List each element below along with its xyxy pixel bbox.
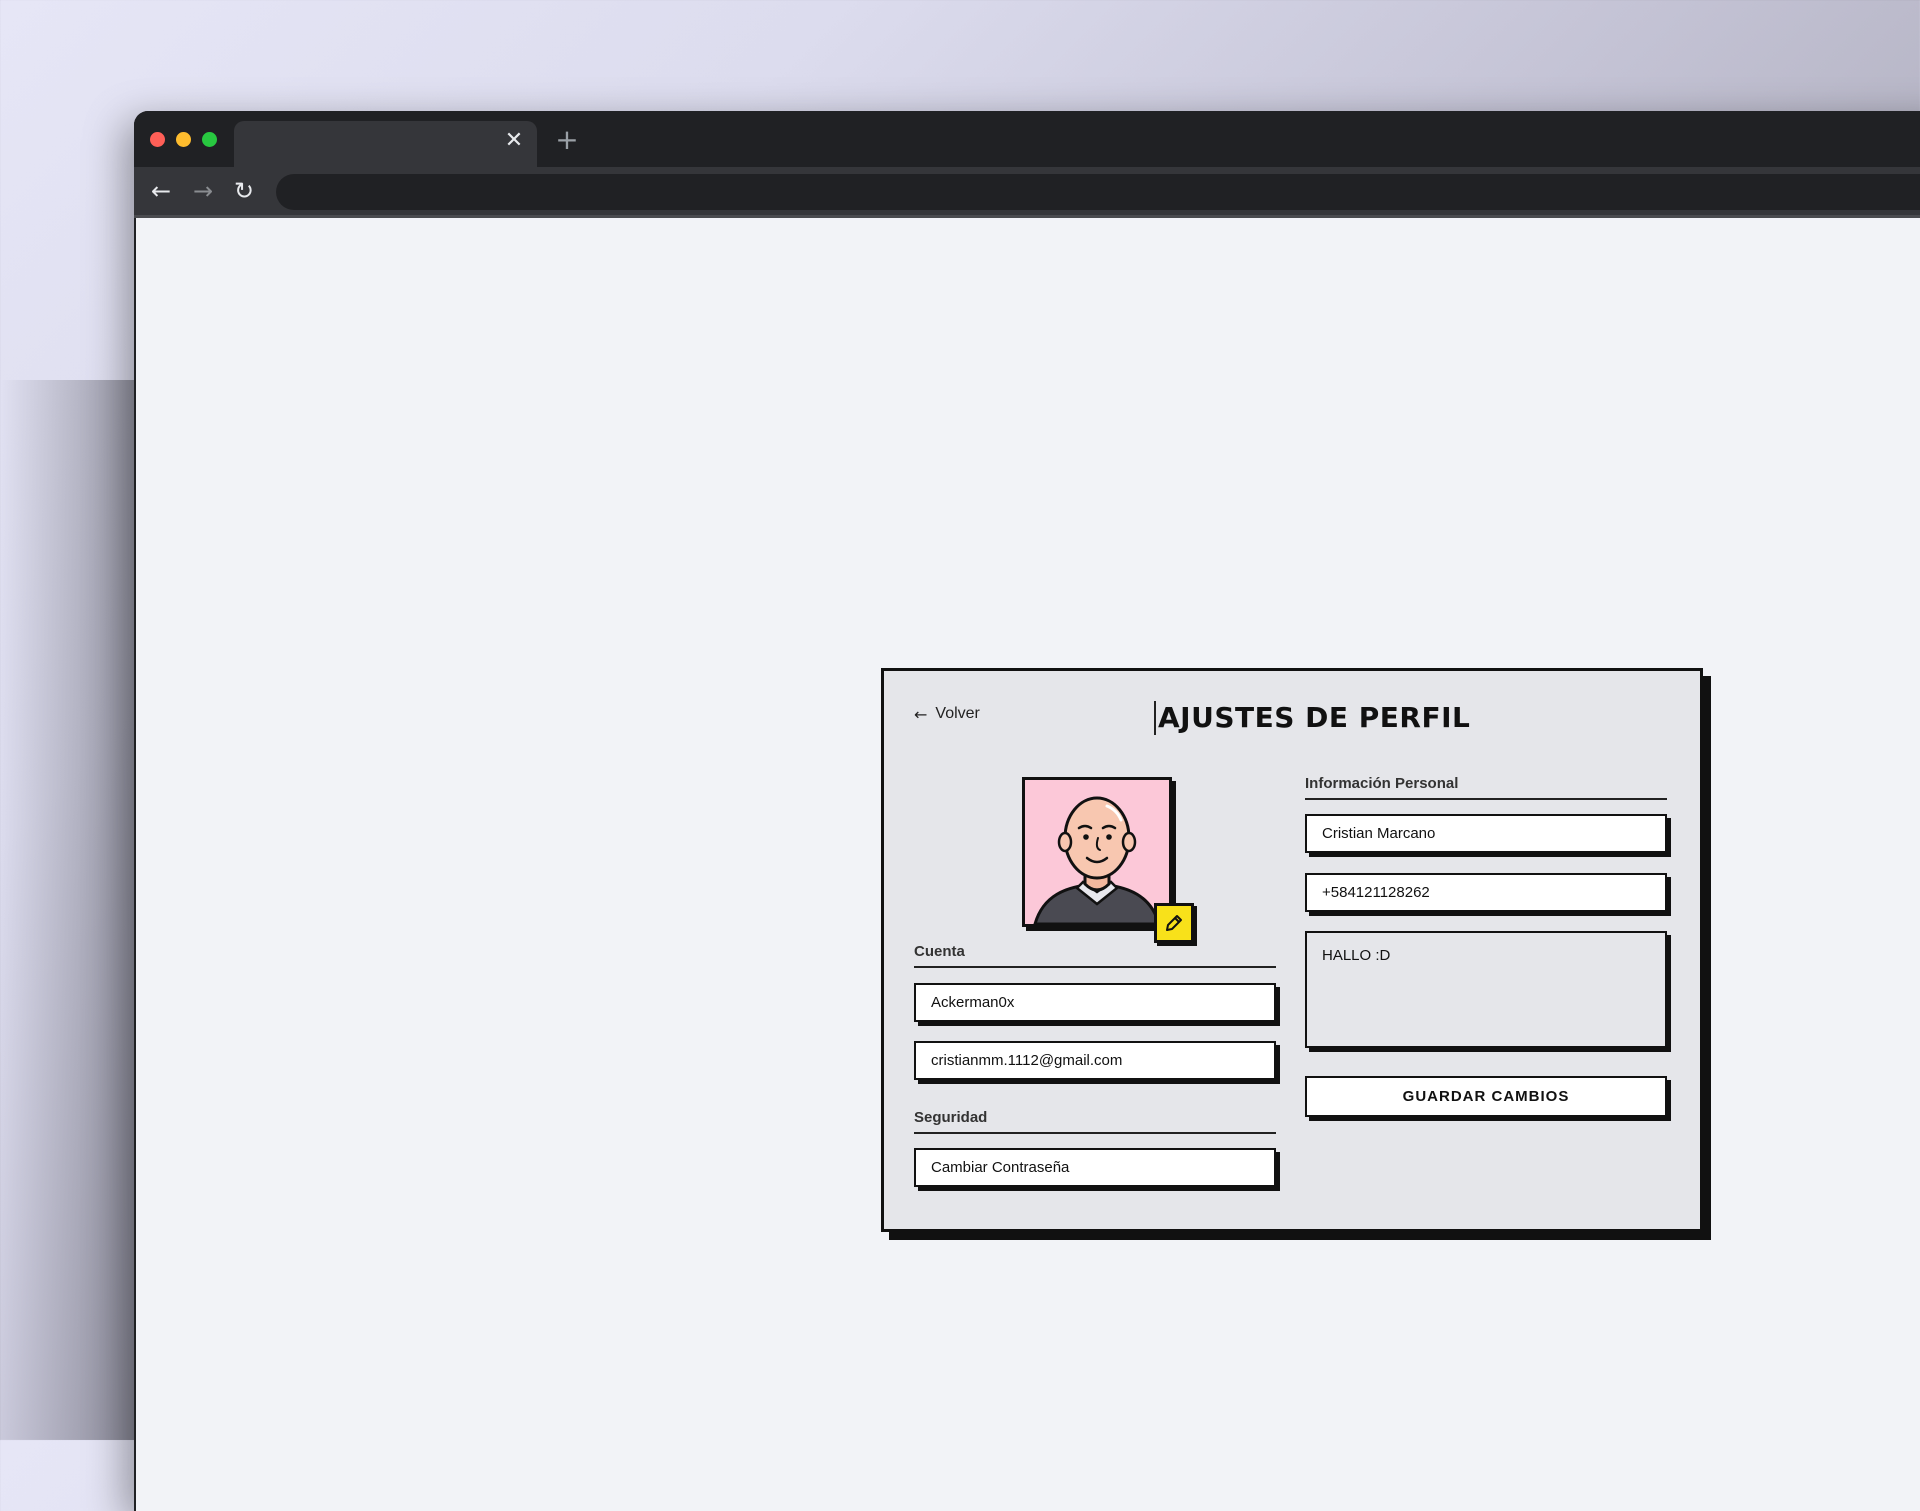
account-divider [914, 966, 1276, 968]
maximize-window-button[interactable] [202, 132, 217, 147]
back-link[interactable]: ← Volver [914, 703, 980, 725]
close-tab-icon[interactable]: ✕ [503, 130, 525, 152]
avatar [1022, 777, 1172, 927]
email-field[interactable]: cristianmm.1112@gmail.com [914, 1041, 1276, 1080]
personal-info-divider [1305, 798, 1667, 800]
back-arrow-icon[interactable]: ← [146, 176, 176, 206]
address-bar[interactable] [276, 174, 1920, 210]
edit-avatar-button[interactable] [1154, 903, 1194, 943]
bio-textarea[interactable]: HALLO :D [1305, 931, 1667, 1048]
reload-icon[interactable]: ↻ [229, 176, 259, 206]
minimize-window-button[interactable] [176, 132, 191, 147]
desktop-shadow [0, 380, 140, 1440]
close-window-button[interactable] [150, 132, 165, 147]
tab-bar: ✕ + [134, 111, 1920, 167]
change-password-button[interactable]: Cambiar Contraseña [914, 1148, 1276, 1187]
arrow-left-icon: ← [914, 704, 928, 724]
username-field[interactable]: Ackerman0x [914, 983, 1276, 1022]
page-viewport: ← Volver AJUSTES DE PERFIL Cuenta Ackerm… [136, 218, 1920, 1511]
security-section-label: Seguridad [914, 1109, 988, 1126]
forward-arrow-icon[interactable]: → [188, 176, 218, 206]
back-link-label: Volver [935, 705, 980, 722]
browser-tab[interactable]: ✕ [234, 121, 537, 167]
personal-info-section-label: Información Personal [1305, 775, 1459, 792]
phone-field[interactable]: +584121128262 [1305, 873, 1667, 912]
security-divider [914, 1132, 1276, 1134]
pencil-icon [1166, 915, 1182, 931]
user-portrait-icon [1033, 796, 1161, 924]
save-changes-button[interactable]: GUARDAR CAMBIOS [1305, 1076, 1667, 1117]
full-name-field[interactable]: Cristian Marcano [1305, 814, 1667, 853]
browser-toolbar: ← → ↻ [134, 167, 1920, 218]
account-section-label: Cuenta [914, 943, 965, 960]
profile-settings-card: ← Volver AJUSTES DE PERFIL Cuenta Ackerm… [881, 668, 1703, 1232]
browser-window: ✕ + ← → ↻ ← Volver AJUSTES DE PERFIL Cue… [134, 111, 1920, 1511]
new-tab-icon[interactable]: + [552, 125, 582, 155]
page-title: AJUSTES DE PERFIL [1154, 701, 1488, 735]
